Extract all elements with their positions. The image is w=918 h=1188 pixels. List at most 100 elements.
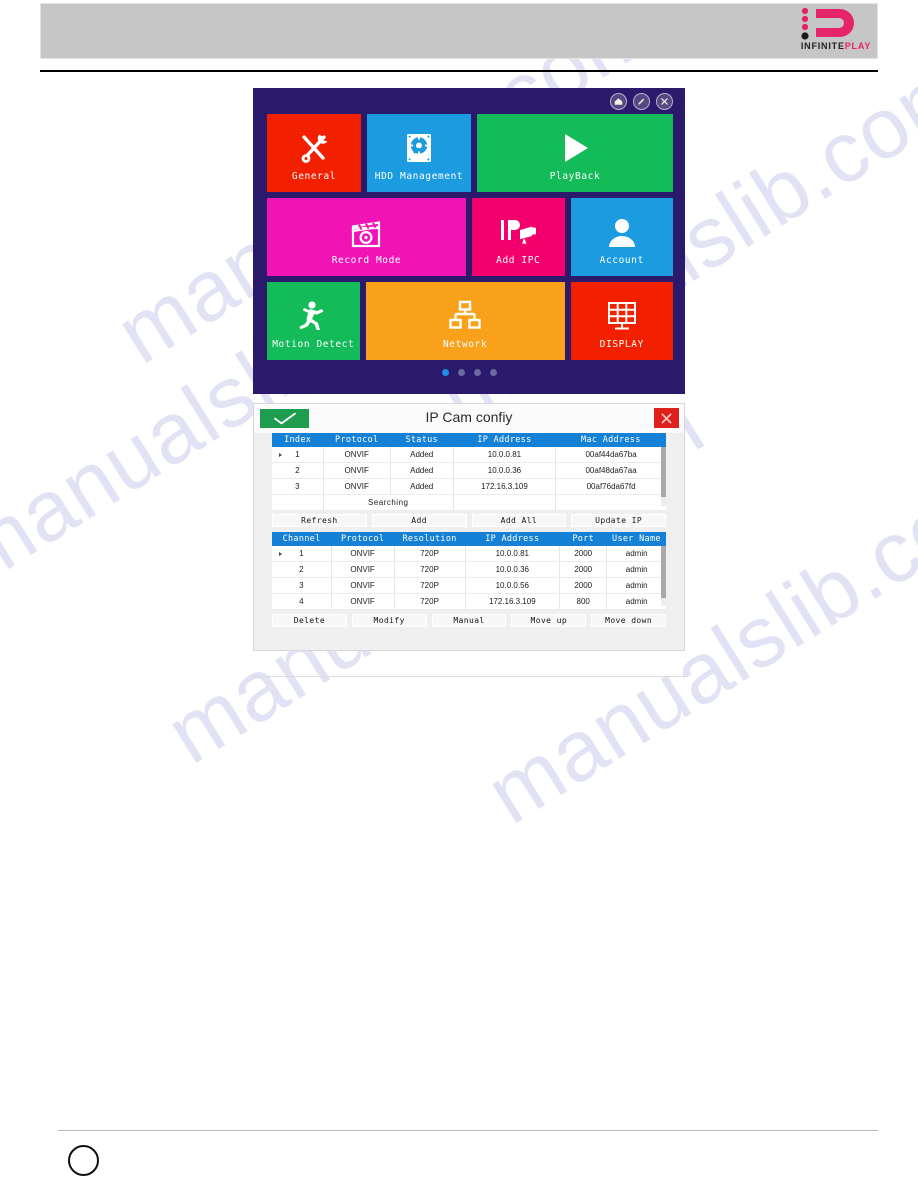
col-index: Index [272,433,324,447]
move-down-button[interactable]: Move down [591,614,666,627]
add-button[interactable]: Add [371,514,467,527]
cell-port: 800 [559,593,608,610]
cell-ip: 10.0.0.56 [465,577,561,594]
table-row[interactable]: 4 ONVIF 720P 172.16.3.109 800 admin [272,593,666,610]
col-ip-address: IP Address [465,532,560,546]
cell-protocol: ONVIF [331,561,395,578]
tools-icon [297,126,331,170]
col-status: Status [390,433,454,447]
cell-protocol: ONVIF [331,577,395,594]
page-indicator-dots [253,369,685,376]
menu-tile-network[interactable]: Network [365,282,565,360]
menu-tile-grid: General HDD Management PlayBack Record M… [267,114,673,366]
table-header-row: Channel Protocol Resolution IP Address P… [272,532,666,546]
window-control-group [610,93,673,110]
menu-tile-account[interactable]: Account [570,198,673,276]
table-row[interactable]: 2 ONVIF 720P 10.0.0.36 2000 admin [272,561,666,578]
cell-ip: 10.0.0.36 [453,462,557,479]
move-up-button[interactable]: Move up [511,614,587,627]
brand-wordmark: INFINITEPLAY [788,41,884,51]
menu-tile-label: DISPLAY [599,339,644,350]
delete-button[interactable]: Delete [272,614,347,627]
search-results-table: Index Protocol Status IP Address Mac Add… [272,433,666,511]
dialog-close-button[interactable] [654,408,679,428]
col-mac-address: Mac Address [555,433,666,447]
cell-status: Added [390,447,454,463]
cell-empty [453,494,557,511]
cell-empty [555,494,666,511]
cell-ip: 172.16.3.109 [465,593,561,610]
cell-resolution: 720P [394,561,466,578]
cell-port: 2000 [559,546,608,562]
channel-table: Channel Protocol Resolution IP Address P… [272,532,666,610]
nvr-main-menu: General HDD Management PlayBack Record M… [253,88,685,394]
col-channel: Channel [272,532,332,546]
cell-user: admin [606,546,666,562]
menu-tile-add-ipc[interactable]: Add IPC [471,198,565,276]
tile-row-1: General HDD Management PlayBack [267,114,673,192]
menu-tile-label: PlayBack [549,171,601,182]
cell-channel: 4 [272,593,332,610]
menu-tile-general[interactable]: General [267,114,361,192]
grid-monitor-icon [605,294,639,338]
table-row[interactable]: 2 ONVIF Added 10.0.0.36 00af48da67aa [272,462,666,479]
update-ip-button[interactable]: Update IP [571,514,666,527]
cell-status: Added [390,462,454,479]
tile-row-3: Motion Detect Network DISPLAY [267,282,673,360]
cell-protocol: ONVIF [331,546,395,562]
dialog-titlebar: IP Cam confiy [254,404,684,433]
table-row[interactable]: 1 ONVIF Added 10.0.0.81 00af44da67ba [272,447,666,463]
menu-tile-record-mode[interactable]: Record Mode [267,198,466,276]
cell-user: admin [606,593,666,610]
cell-index: 1 [272,447,324,463]
col-port: Port [559,532,607,546]
play-icon [557,126,593,170]
page-dot-2[interactable] [457,369,465,376]
search-table-scrollbar[interactable] [661,447,666,506]
table-status-row: Searching [272,494,666,511]
col-resolution: Resolution [394,532,466,546]
cell-ip: 172.16.3.109 [453,478,557,495]
cell-user: admin [606,561,666,578]
menu-tile-display[interactable]: DISPLAY [570,282,673,360]
search-status-text: Searching [323,494,454,511]
channel-table-scrollbar[interactable] [661,546,666,606]
cell-resolution: 720P [394,593,466,610]
footer-divider [58,1130,878,1131]
manual-button[interactable]: Manual [431,614,507,627]
ip-cam-config-dialog: IP Cam confiy Index Protocol Status IP A… [253,403,685,651]
network-icon [447,294,483,338]
tile-row-2: Record Mode Add IPC Account [267,198,673,276]
col-user-name: User Name [606,532,666,546]
modify-button[interactable]: Modify [351,614,427,627]
menu-tile-playback[interactable]: PlayBack [477,114,673,192]
search-action-buttons: Refresh Add Add All Update IP [272,514,666,527]
menu-tile-label: Motion Detect [272,339,355,350]
clapperboard-icon [346,210,386,254]
channel-table-scroll-thumb[interactable] [661,546,666,598]
refresh-button[interactable]: Refresh [272,514,367,527]
table-row[interactable]: 1 ONVIF 720P 10.0.0.81 2000 admin [272,546,666,562]
cell-mac: 00af48da67aa [555,462,666,479]
page-dot-1[interactable] [441,369,449,376]
page-dot-4[interactable] [489,369,497,376]
table-row[interactable]: 3 ONVIF 720P 10.0.0.56 2000 admin [272,577,666,594]
close-icon[interactable] [656,93,673,110]
cell-port: 2000 [559,577,608,594]
edit-pencil-icon[interactable] [633,93,650,110]
brand-word-infinite: INFINITE [800,41,845,51]
menu-tile-motion-detect[interactable]: Motion Detect [267,282,360,360]
add-all-button[interactable]: Add All [471,514,567,527]
page-dot-3[interactable] [473,369,481,376]
menu-tile-label: Account [599,255,644,266]
channel-action-buttons: Delete Modify Manual Move up Move down [272,614,666,627]
dialog-title: IP Cam confiy [425,409,513,425]
menu-tile-label: Record Mode [331,255,402,266]
search-table-scroll-thumb[interactable] [661,447,666,497]
home-icon[interactable] [610,93,627,110]
col-protocol: Protocol [331,532,395,546]
infiniteplay-logo-icon [801,7,854,40]
cell-ip: 10.0.0.81 [465,546,561,562]
menu-tile-hdd-management[interactable]: HDD Management [367,114,471,192]
table-row[interactable]: 3 ONVIF Added 172.16.3.109 00af76da67fd [272,478,666,495]
